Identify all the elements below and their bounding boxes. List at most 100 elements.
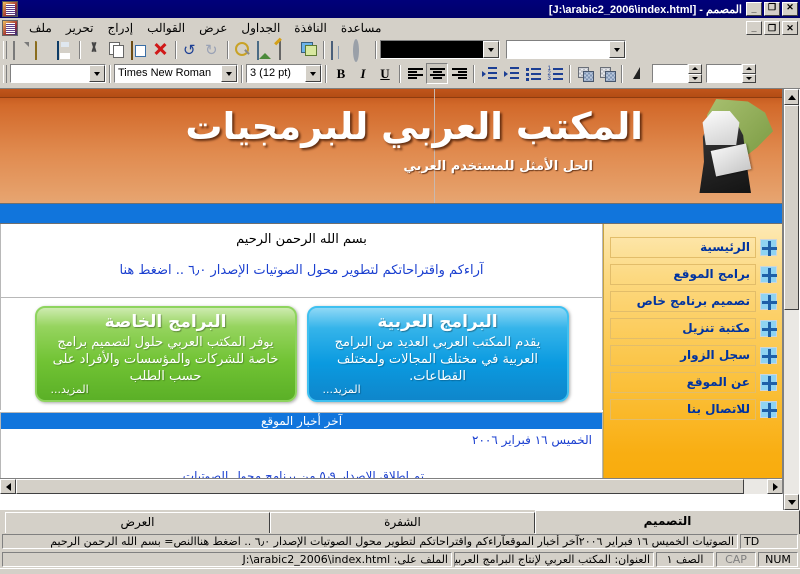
sidebar-item-guestbook[interactable]: سجل الزوار: [610, 344, 777, 366]
menu-item-help[interactable]: مساعدة: [334, 19, 389, 37]
design-canvas[interactable]: المكتب العربي للبرمجيات الحل الأمثل للمس…: [0, 88, 800, 510]
width-value[interactable]: [652, 64, 688, 83]
bold-button[interactable]: B: [330, 64, 352, 84]
menu-item-file[interactable]: ملف: [22, 19, 59, 37]
vertical-scrollbar[interactable]: [783, 89, 799, 510]
mdi-minimize-button[interactable]: _: [746, 20, 762, 35]
flower-bullet-icon: [760, 373, 777, 391]
mdi-restore-button[interactable]: ❐: [764, 20, 780, 35]
bring-forward-icon: [599, 66, 616, 82]
copy-button[interactable]: [106, 39, 128, 60]
card-arabic-programs[interactable]: البرامج العربية يقدم المكتب العربي العدي…: [306, 306, 569, 402]
decrease-indent-button[interactable]: [478, 63, 500, 84]
minimize-button[interactable]: _: [746, 2, 762, 16]
undo-button[interactable]: ↺: [180, 39, 202, 60]
align-left-button[interactable]: [404, 63, 426, 84]
height-spinner-buttons[interactable]: [742, 64, 756, 83]
scroll-up-icon[interactable]: [784, 89, 799, 105]
chevron-down-icon[interactable]: [483, 41, 499, 58]
tab-preview[interactable]: العرض: [5, 512, 270, 534]
paste-button[interactable]: [128, 39, 150, 60]
height-down-icon[interactable]: [742, 73, 756, 83]
card-more-link[interactable]: المزيد...: [323, 383, 361, 396]
feedback-link[interactable]: آراءكم واقتراحاتكم لتطوير محول الصوتيات …: [11, 263, 592, 278]
menu-item-window[interactable]: النافذة: [287, 19, 334, 37]
menu-item-edit[interactable]: تحرير: [59, 19, 101, 37]
maximize-button[interactable]: ❐: [764, 2, 780, 16]
tab-code[interactable]: الشفرة: [270, 512, 535, 534]
menu-item-tables[interactable]: الجداول: [234, 19, 287, 37]
tab-design[interactable]: التصميم: [535, 510, 800, 534]
basmala-text: بسم الله الرحمن الرحيم: [236, 232, 367, 247]
hscroll-thumb[interactable]: [16, 479, 744, 494]
flower-bullet-icon: [760, 400, 777, 418]
delete-button[interactable]: [150, 39, 172, 60]
close-button[interactable]: ✕: [782, 2, 798, 16]
insert-image-button[interactable]: [254, 39, 276, 60]
send-backward-button[interactable]: [574, 63, 596, 84]
open-button[interactable]: [32, 39, 54, 60]
format-toolbar-grip[interactable]: [3, 64, 7, 83]
numbered-list-button[interactable]: 123: [544, 63, 566, 84]
chevron-down-icon-2[interactable]: [609, 41, 625, 58]
menu-item-view[interactable]: عرض: [192, 19, 234, 37]
sidebar-item-custom-design[interactable]: تصميم برنامج خاص: [610, 290, 777, 312]
hscroll-track[interactable]: [16, 479, 767, 494]
sidebar-item-downloads[interactable]: مكتبة تنزيل: [610, 317, 777, 339]
cut-button[interactable]: [84, 39, 106, 60]
edit-note-button[interactable]: [276, 39, 298, 60]
align-right-button[interactable]: [448, 63, 470, 84]
menu-item-templates[interactable]: القوالب: [140, 19, 192, 37]
horizontal-scrollbar[interactable]: [0, 478, 782, 494]
chevron-down-icon-font[interactable]: [221, 65, 237, 82]
sidebar-item-home[interactable]: الرئيسية: [610, 236, 777, 258]
document-icon[interactable]: [2, 19, 18, 36]
scroll-down-icon[interactable]: [784, 494, 799, 510]
sidebar-item-site-programs[interactable]: برامج الموقع: [610, 263, 777, 285]
width-up-icon[interactable]: [688, 64, 702, 74]
chevron-down-icon-style[interactable]: [89, 65, 105, 82]
height-up-icon[interactable]: [742, 64, 756, 74]
font-family-combo[interactable]: Times New Roman: [114, 64, 238, 83]
vscroll-track[interactable]: [784, 105, 799, 494]
save-button[interactable]: [54, 39, 76, 60]
redo-button[interactable]: ↻: [202, 39, 224, 60]
paragraph-style-combo[interactable]: [10, 64, 106, 83]
vscroll-thumb[interactable]: [784, 105, 799, 310]
color-combo[interactable]: [380, 40, 500, 59]
insert-table-button[interactable]: [328, 39, 350, 60]
save-disk-icon: [57, 40, 59, 60]
toolbar-grip[interactable]: [3, 40, 7, 59]
scroll-left-icon[interactable]: [0, 479, 16, 494]
settings-button[interactable]: [350, 38, 372, 62]
insert-image-icon: [257, 40, 259, 60]
align-center-button[interactable]: [426, 63, 448, 84]
select-pointer-button[interactable]: [626, 63, 648, 84]
sidebar-item-about[interactable]: عن الموقع: [610, 371, 777, 393]
web-page-preview[interactable]: المكتب العربي للبرمجيات الحل الأمثل للمس…: [0, 89, 783, 494]
preview-button[interactable]: [232, 39, 254, 60]
underline-button[interactable]: U: [374, 64, 396, 84]
increase-indent-button[interactable]: [500, 63, 522, 84]
height-value[interactable]: [706, 64, 742, 83]
width-down-icon[interactable]: [688, 73, 702, 83]
scroll-right-icon[interactable]: [767, 479, 782, 494]
card-custom-programs[interactable]: البرامج الخاصة يوفر المكتب العربي حلول ل…: [34, 306, 297, 402]
width-spinner-buttons[interactable]: [688, 64, 702, 83]
sidebar-item-contact[interactable]: للاتصال بنا: [610, 398, 777, 420]
new-document-icon: [13, 40, 15, 60]
gallery-button[interactable]: [298, 39, 320, 60]
bring-forward-button[interactable]: [596, 63, 618, 84]
chevron-down-icon-size[interactable]: [305, 65, 321, 82]
font-size-combo[interactable]: 3 (12 pt): [246, 64, 322, 83]
site-banner[interactable]: المكتب العربي للبرمجيات الحل الأمثل للمس…: [0, 89, 782, 204]
height-stepper[interactable]: [706, 64, 756, 83]
card-more-link[interactable]: المزيد...: [51, 383, 89, 396]
width-stepper[interactable]: [652, 64, 702, 83]
bullet-list-button[interactable]: [522, 63, 544, 84]
italic-button[interactable]: I: [352, 64, 374, 84]
target-combo[interactable]: [506, 40, 626, 59]
mdi-close-button[interactable]: ✕: [782, 20, 798, 35]
new-document-button[interactable]: [10, 39, 32, 60]
menu-item-insert[interactable]: إدراج: [101, 19, 141, 37]
